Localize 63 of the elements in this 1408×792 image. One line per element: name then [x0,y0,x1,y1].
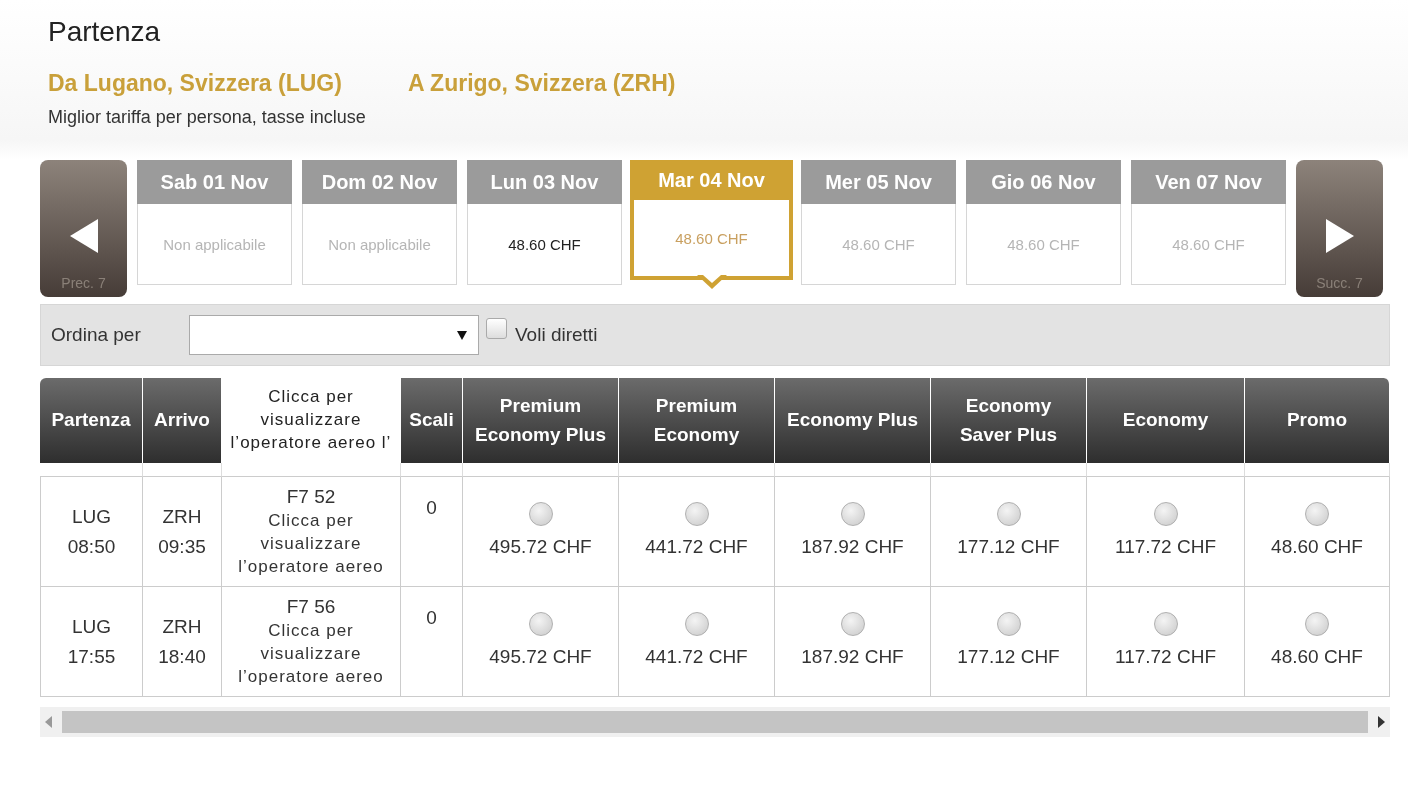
table-cell: LUG 08:50 [40,477,143,587]
origin-text: Da Lugano, Svizzera (LUG) [48,70,342,97]
fare-radio[interactable] [684,502,709,526]
fare-radio[interactable] [1305,502,1329,526]
table-cell: F7 52 Clicca per visualizzare l’operatore aereo [222,477,401,587]
page-title: Partenza [48,16,162,48]
date-tab[interactable]: Sab 01 Nov Non applicabile [137,160,292,285]
fare-note: Miglior tariffa per persona, tasse incluse [48,107,367,128]
fare-price: 48.60 CHF [1271,535,1363,559]
direct-flights-label: Voli diretti [515,324,599,346]
fare-price: 177.12 CHF [957,535,1060,559]
fare-radio[interactable] [996,502,1021,526]
dropdown-caret-icon [456,329,468,341]
column-header: Premium Economy Plus [463,378,619,463]
fare-radio[interactable] [996,612,1021,636]
next-week-button[interactable]: Succ. 7 [1296,160,1383,297]
fare-radio[interactable] [1153,502,1178,526]
fare-price: 441.72 CHF [645,645,748,669]
column-header: Arrivo [143,378,222,463]
column-header: Partenza [40,378,143,463]
column-header: Economy [1087,378,1245,463]
column-header: Scali [401,378,463,463]
left-triangle-icon [69,219,98,253]
date-tab[interactable]: Gio 06 Nov 48.60 CHF [966,160,1121,285]
date-tab[interactable]: Lun 03 Nov 48.60 CHF [467,160,622,285]
direct-flights-checkbox[interactable] [486,317,507,339]
destination-text: A Zurigo, Svizzera (ZRH) [407,70,676,97]
fare-radio[interactable] [528,612,553,636]
previous-week-button[interactable]: Prec. 7 [40,160,127,297]
pointer-icon [696,275,727,290]
table-cell: ZRH 18:40 [143,587,222,697]
date-tab[interactable]: Ven 07 Nov 48.60 CHF [1131,160,1286,285]
column-header: Economy Plus [775,378,931,463]
fare-radio[interactable] [684,612,709,636]
scroll-left-icon [44,716,54,728]
column-header: Economy Saver Plus [931,378,1087,463]
fare-price: 187.92 CHF [801,535,904,559]
fare-price: 48.60 CHF [1271,645,1363,669]
column-header: Premium Economy [619,378,775,463]
fare-price: 177.12 CHF [957,645,1060,669]
fare-price: 117.72 CHF [1115,645,1216,669]
date-tab[interactable]: Dom 02 Nov Non applicabile [302,160,457,285]
fare-radio[interactable] [1305,612,1329,636]
table-cell: 0 [401,587,463,697]
fare-price: 495.72 CHF [489,535,592,559]
fare-price: 441.72 CHF [645,535,748,559]
scroll-right-icon [1376,716,1386,728]
sort-label: Ordina per [51,324,142,346]
fare-radio[interactable] [840,502,865,526]
sort-dropdown[interactable] [189,315,479,355]
date-tab[interactable]: Mer 05 Nov 48.60 CHF [801,160,956,285]
column-header: Promo [1245,378,1390,463]
fare-price: 495.72 CHF [489,645,592,669]
table-cell: F7 56 Clicca per visualizzare l’operatore aereo [222,587,401,697]
right-triangle-icon [1325,219,1354,253]
fare-price: 187.92 CHF [801,645,904,669]
fare-radio[interactable] [528,502,553,526]
table-cell: LUG 17:55 [40,587,143,697]
fare-radio[interactable] [840,612,865,636]
table-cell: 0 [401,477,463,587]
fare-price: 117.72 CHF [1115,535,1216,559]
table-cell: ZRH 09:35 [143,477,222,587]
fare-radio[interactable] [1153,612,1178,636]
